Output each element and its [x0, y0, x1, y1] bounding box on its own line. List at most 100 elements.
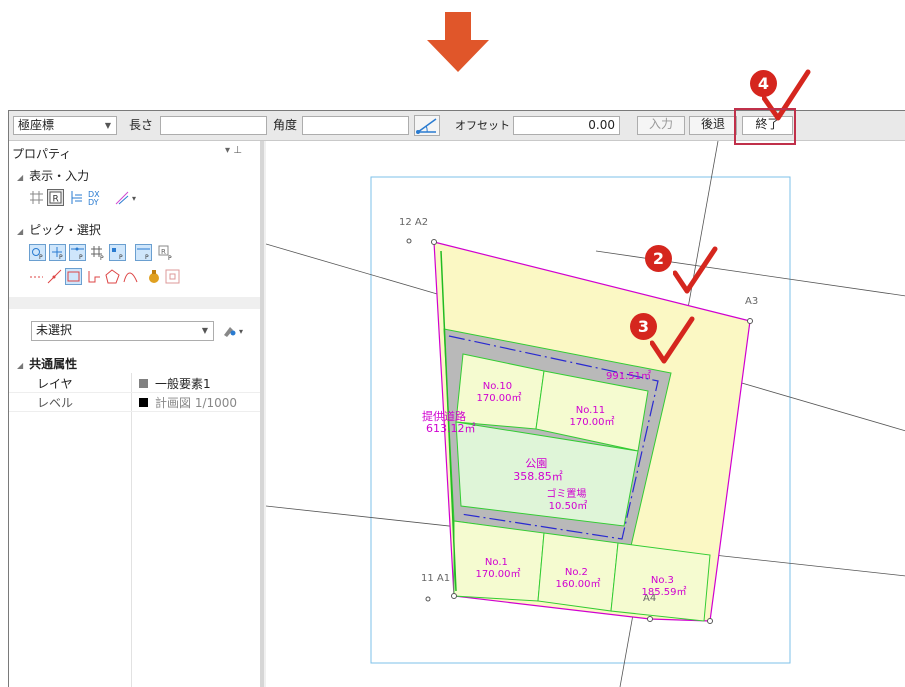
vertex-a2-label: 12 A2 — [399, 217, 428, 228]
line-style-icon[interactable]: ▾ — [115, 190, 141, 205]
input-button[interactable]: 入力 — [637, 116, 685, 135]
section-display-label: 表示・入力 — [29, 169, 90, 183]
callout-number: 2 — [645, 245, 672, 272]
section-pick-label: ピック・選択 — [29, 223, 101, 237]
svg-text:P: P — [79, 254, 83, 261]
pick-node-icon[interactable]: P — [109, 244, 126, 261]
svg-text:▾: ▾ — [132, 194, 136, 203]
svg-text:P: P — [59, 254, 63, 261]
lot-name: 公園 — [525, 457, 547, 470]
lot-label: ゴミ置場 10.50㎡ — [546, 487, 589, 512]
length-input[interactable] — [160, 116, 267, 135]
select-attribute-icon[interactable] — [147, 269, 162, 284]
prop-layer-label: レイヤ — [37, 377, 73, 391]
select-all-icon[interactable] — [165, 269, 180, 284]
road-label: 提供道路 613.12㎡ — [422, 409, 476, 435]
prop-level-text: 計画図 1/1000 — [155, 396, 238, 410]
select-rect-icon[interactable] — [65, 268, 82, 285]
lot-name: No.1 — [485, 557, 508, 568]
vertex-a1-label: 11 A1 — [421, 573, 450, 584]
pick-rect-icon[interactable]: RP — [157, 244, 174, 261]
selection-value: 未選択 — [36, 323, 73, 337]
level-color-swatch — [139, 398, 148, 407]
collapse-icon: ◢ — [17, 173, 24, 182]
application-window: 極座標 ▼ 長さ 角度 オフセット 0.00 入力 後退 終了 プロパティ ▾ … — [8, 110, 905, 687]
lot-area: 170.00㎡ — [477, 392, 522, 404]
select-curve-icon[interactable] — [123, 269, 138, 284]
svg-text:R: R — [161, 248, 166, 256]
lot-name: No.10 — [483, 381, 512, 392]
section-display-header[interactable]: ◢ 表示・入力 — [17, 167, 89, 184]
property-tools-icon[interactable]: ▾ — [222, 323, 248, 338]
lot-area: 170.00㎡ — [476, 568, 521, 580]
dxdy-icon[interactable]: DXDY — [87, 189, 105, 206]
chevron-down-icon: ▼ — [201, 326, 208, 335]
prop-layer-text: 一般要素1 — [155, 377, 211, 391]
back-button[interactable]: 後退 — [689, 116, 737, 135]
coordinate-mode-value: 極座標 — [18, 118, 55, 132]
select-region-icon[interactable] — [87, 269, 102, 284]
collapse-icon: ◢ — [17, 361, 24, 370]
pick-endpoint-icon[interactable]: P — [69, 244, 86, 261]
vertex-a3-label: A3 — [745, 296, 758, 307]
select-line-icon[interactable] — [29, 269, 44, 284]
drawing-canvas[interactable]: 12 A2 11 A1 A3 A4 提供道路 613.12㎡ 991.51㎡ N… — [266, 141, 905, 687]
panel-divider — [9, 297, 260, 309]
pick-point-icon[interactable]: P — [29, 244, 46, 261]
common-props-header[interactable]: ◢ 共通属性 — [17, 355, 77, 372]
lot-area: 185.59㎡ — [642, 586, 687, 598]
select-polyline-icon[interactable] — [47, 269, 62, 284]
pick-midpoint-icon[interactable]: P — [135, 244, 152, 261]
lot-name: ゴミ置場 — [546, 487, 586, 500]
coordinate-mode-select[interactable]: 極座標 ▼ — [13, 116, 117, 135]
svg-text:P: P — [100, 255, 104, 261]
angle-input[interactable] — [302, 116, 409, 135]
pick-grid-icon[interactable]: P — [89, 244, 106, 261]
svg-text:▾: ▾ — [239, 327, 243, 336]
finish-highlight-box — [734, 108, 796, 145]
prop-layer-value[interactable]: 一般要素1 — [139, 375, 211, 392]
lot-area: 160.00㎡ — [556, 578, 601, 590]
ruler-r-icon[interactable]: R — [47, 189, 64, 206]
section-pick-header[interactable]: ◢ ピック・選択 — [17, 221, 101, 238]
dimension-icon[interactable] — [69, 190, 84, 205]
panel-title: プロパティ — [12, 147, 72, 161]
collapse-icon: ◢ — [17, 227, 24, 236]
lot-name: No.3 — [651, 575, 674, 586]
pick-intersection-icon[interactable]: P — [49, 244, 66, 261]
common-props-title: 共通属性 — [29, 357, 78, 371]
length-label: 長さ — [129, 118, 154, 132]
callout-4: 4 — [732, 68, 812, 150]
selection-select[interactable]: 未選択 ▼ — [31, 321, 214, 341]
lot-label: No.11 170.00㎡ — [570, 405, 615, 428]
checkmark-icon — [650, 316, 695, 364]
props-grid: レイヤ 一般要素1 レベル 計画図 1/1000 — [9, 373, 260, 687]
offset-input[interactable]: 0.00 — [513, 116, 620, 135]
svg-text:P: P — [119, 254, 123, 261]
lot-area: 170.00㎡ — [570, 416, 615, 428]
angle-pick-button[interactable] — [414, 115, 440, 136]
callout-2: 2 — [645, 245, 718, 305]
svg-text:DY: DY — [88, 198, 99, 206]
grid-icon[interactable] — [29, 190, 44, 205]
checkmark-icon — [673, 246, 718, 294]
lot-name: No.11 — [576, 405, 605, 416]
prop-level-label: レベル — [37, 396, 74, 410]
angle-label: 角度 — [273, 118, 298, 132]
svg-text:P: P — [168, 255, 172, 261]
lot-label: No.10 170.00㎡ — [477, 381, 522, 404]
select-polygon-icon[interactable] — [105, 269, 120, 284]
svg-text:P: P — [145, 254, 149, 261]
callout-3: 3 — [630, 313, 700, 373]
angle-pick-icon — [416, 118, 437, 134]
road-area: 613.12㎡ — [426, 422, 476, 435]
lot-area: 10.50㎡ — [549, 500, 588, 512]
props-grid-divider — [131, 373, 132, 687]
site-plan-drawing[interactable]: 12 A2 11 A1 A3 A4 提供道路 613.12㎡ 991.51㎡ N… — [266, 141, 905, 687]
prop-level-value[interactable]: 計画図 1/1000 — [139, 394, 237, 411]
panel-pin-icon[interactable]: ▾ ⊥ — [225, 145, 242, 156]
svg-text:P: P — [39, 254, 43, 261]
down-arrow-icon — [427, 12, 489, 72]
property-panel: プロパティ ▾ ⊥ ◢ 表示・入力 R DX DY ▾ ◢ ピック・選択 P P P … — [9, 141, 264, 687]
layer-color-swatch — [139, 379, 148, 388]
